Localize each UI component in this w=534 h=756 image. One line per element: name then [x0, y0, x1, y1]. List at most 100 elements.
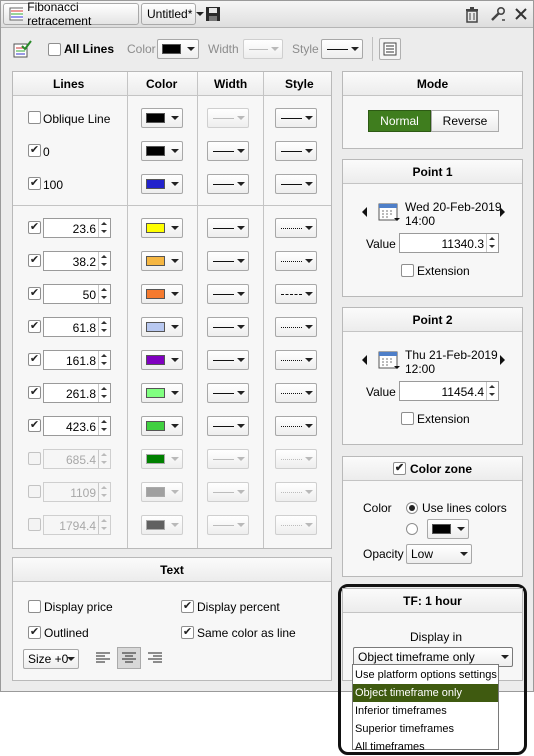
line-style-dropdown[interactable]: [275, 108, 317, 128]
level-value-input[interactable]: 61.8: [43, 317, 111, 337]
prev-bar-icon[interactable]: [362, 355, 367, 365]
object-type-tab[interactable]: Fibonacci retracement: [3, 0, 139, 28]
level-value-input[interactable]: 261.8: [43, 383, 111, 403]
point1-value-input[interactable]: 11340.3: [399, 233, 499, 253]
text-size-dropdown[interactable]: Size +0: [23, 649, 79, 669]
level-checkbox[interactable]: [28, 518, 41, 531]
line-style-dropdown[interactable]: [275, 383, 317, 403]
line-checkbox[interactable]: [28, 111, 41, 124]
line-color-dropdown[interactable]: [141, 108, 183, 128]
display-price-checkbox[interactable]: [28, 600, 41, 613]
template-dropdown[interactable]: Untitled*: [141, 3, 205, 25]
line-width-dropdown[interactable]: [207, 449, 249, 469]
outlined-checkbox[interactable]: ✔: [28, 626, 41, 639]
level-value-input[interactable]: 38.2: [43, 251, 111, 271]
line-width-dropdown[interactable]: [207, 108, 249, 128]
mode-reverse-button[interactable]: Reverse: [431, 110, 499, 132]
line-color-dropdown[interactable]: [141, 284, 183, 304]
level-value-input[interactable]: 423.6: [43, 416, 111, 436]
option-all-timeframes[interactable]: All timeframes: [353, 738, 498, 750]
line-checkbox[interactable]: ✔: [28, 177, 41, 190]
line-color-dropdown[interactable]: [141, 383, 183, 403]
spinner-icon[interactable]: [486, 382, 498, 400]
level-value-input[interactable]: 161.8: [43, 350, 111, 370]
toolbar-style-dropdown[interactable]: [321, 39, 363, 59]
line-width-dropdown[interactable]: [207, 515, 249, 535]
level-checkbox[interactable]: ✔: [28, 353, 41, 366]
level-value-input[interactable]: 1794.4: [43, 515, 111, 535]
option-superior-timeframes[interactable]: Superior timeframes: [353, 720, 498, 738]
color-zone-color-dropdown[interactable]: [427, 519, 469, 539]
line-width-dropdown[interactable]: [207, 350, 249, 370]
spinner-icon[interactable]: [98, 417, 110, 435]
level-value-input[interactable]: 1109: [43, 482, 111, 502]
option-inferior-timeframes[interactable]: Inferior timeframes: [353, 702, 498, 720]
line-color-dropdown[interactable]: [141, 251, 183, 271]
level-value-input[interactable]: 50: [43, 284, 111, 304]
spinner-icon[interactable]: [486, 234, 498, 252]
line-style-dropdown[interactable]: [275, 251, 317, 271]
line-style-dropdown[interactable]: [275, 174, 317, 194]
toolbar-width-dropdown[interactable]: [243, 39, 283, 59]
line-style-dropdown[interactable]: [275, 317, 317, 337]
line-color-dropdown[interactable]: [141, 218, 183, 238]
level-value-input[interactable]: 685.4: [43, 449, 111, 469]
line-style-dropdown[interactable]: [275, 416, 317, 436]
save-button[interactable]: [204, 5, 222, 23]
line-width-dropdown[interactable]: [207, 317, 249, 337]
line-color-dropdown[interactable]: [141, 449, 183, 469]
all-lines-checkbox[interactable]: [48, 43, 61, 56]
custom-color-radio[interactable]: [406, 523, 418, 535]
line-style-dropdown[interactable]: [275, 482, 317, 502]
line-style-dropdown[interactable]: [275, 449, 317, 469]
level-checkbox[interactable]: [28, 452, 41, 465]
line-style-dropdown[interactable]: [275, 515, 317, 535]
option-object-timeframe-only[interactable]: Object timeframe only: [353, 684, 498, 702]
mode-normal-button[interactable]: Normal: [368, 110, 431, 132]
next-bar-icon[interactable]: [500, 355, 505, 365]
display-percent-checkbox[interactable]: ✔: [181, 600, 194, 613]
calendar-button[interactable]: [377, 348, 401, 372]
point1-extension-checkbox[interactable]: [401, 264, 414, 277]
close-button[interactable]: [512, 5, 530, 23]
line-color-dropdown[interactable]: [141, 416, 183, 436]
prev-bar-icon[interactable]: [362, 207, 367, 217]
apply-levels-button[interactable]: [11, 39, 33, 61]
point2-value-input[interactable]: 11454.4: [399, 381, 499, 401]
level-value-input[interactable]: 23.6: [43, 218, 111, 238]
settings-button[interactable]: [488, 5, 506, 23]
next-bar-icon[interactable]: [500, 207, 505, 217]
option-platform-settings[interactable]: Use platform options settings: [353, 666, 498, 684]
level-checkbox[interactable]: ✔: [28, 254, 41, 267]
align-center-button[interactable]: [117, 647, 141, 669]
spinner-icon[interactable]: [98, 318, 110, 336]
align-left-button[interactable]: [91, 647, 115, 669]
line-checkbox[interactable]: ✔: [28, 144, 41, 157]
align-right-button[interactable]: [143, 647, 167, 669]
color-zone-checkbox[interactable]: ✔: [393, 462, 406, 475]
line-color-dropdown[interactable]: [141, 482, 183, 502]
spinner-icon[interactable]: [98, 351, 110, 369]
use-lines-colors-radio[interactable]: [406, 502, 418, 514]
level-checkbox[interactable]: ✔: [28, 419, 41, 432]
delete-button[interactable]: [463, 5, 481, 23]
spinner-icon[interactable]: [98, 384, 110, 402]
toolbar-color-dropdown[interactable]: [157, 39, 199, 59]
spinner-icon[interactable]: [98, 252, 110, 270]
point2-extension-checkbox[interactable]: [401, 412, 414, 425]
line-width-dropdown[interactable]: [207, 482, 249, 502]
line-width-dropdown[interactable]: [207, 251, 249, 271]
line-width-dropdown[interactable]: [207, 284, 249, 304]
same-color-checkbox[interactable]: ✔: [181, 626, 194, 639]
level-checkbox[interactable]: ✔: [28, 386, 41, 399]
line-color-dropdown[interactable]: [141, 174, 183, 194]
opacity-dropdown[interactable]: Low: [406, 544, 472, 564]
line-width-dropdown[interactable]: [207, 218, 249, 238]
calendar-button[interactable]: [377, 200, 401, 224]
list-view-button[interactable]: [379, 38, 401, 60]
line-color-dropdown[interactable]: [141, 317, 183, 337]
line-width-dropdown[interactable]: [207, 141, 249, 161]
line-color-dropdown[interactable]: [141, 515, 183, 535]
line-width-dropdown[interactable]: [207, 383, 249, 403]
line-style-dropdown[interactable]: [275, 141, 317, 161]
